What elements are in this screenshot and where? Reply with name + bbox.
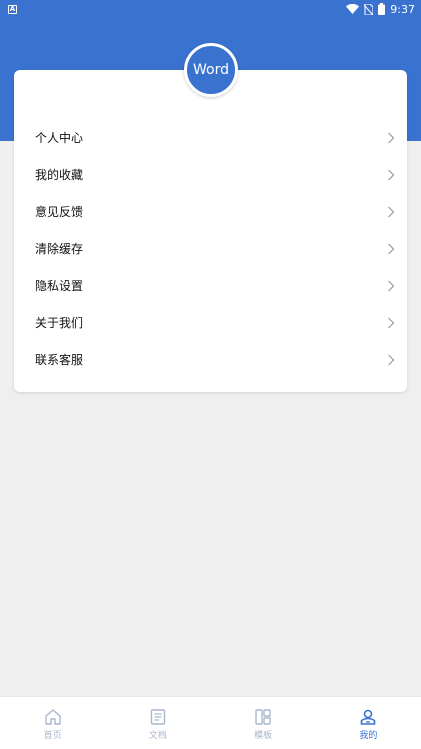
status-bar: A 9:37 <box>0 0 421 18</box>
menu-item-label: 意见反馈 <box>35 205 84 219</box>
chevron-right-icon <box>388 280 395 291</box>
tab-templates[interactable]: 模板 <box>211 697 316 749</box>
chevron-right-icon <box>388 169 395 180</box>
status-time: 9:37 <box>390 2 415 16</box>
menu-item-label: 联系客服 <box>35 353 84 367</box>
menu-item-label: 关于我们 <box>35 316 84 330</box>
tab-label: 模板 <box>254 730 273 741</box>
chevron-right-icon <box>388 317 395 328</box>
app-notification-icon: A <box>8 4 17 14</box>
no-sim-icon <box>364 3 374 15</box>
menu-item-label: 隐私设置 <box>35 279 84 293</box>
menu-item-personal-center[interactable]: 个人中心 <box>14 119 407 156</box>
menu-item-privacy-settings[interactable]: 隐私设置 <box>14 267 407 304</box>
template-icon <box>255 708 271 725</box>
chevron-right-icon <box>388 206 395 217</box>
chevron-right-icon <box>388 132 395 143</box>
menu-item-label: 清除缓存 <box>35 242 84 256</box>
menu-item-about-us[interactable]: 关于我们 <box>14 304 407 341</box>
tab-mine[interactable]: 我的 <box>316 697 421 749</box>
home-icon <box>44 708 61 725</box>
tab-label: 我的 <box>359 730 378 741</box>
bottom-tab-bar: 首页 文档 模板 我的 <box>0 696 421 749</box>
menu-item-clear-cache[interactable]: 清除缓存 <box>14 230 407 267</box>
tab-home[interactable]: 首页 <box>0 697 105 749</box>
tab-label: 文档 <box>148 730 167 741</box>
menu-item-feedback[interactable]: 意见反馈 <box>14 193 407 230</box>
menu-item-favorites[interactable]: 我的收藏 <box>14 156 407 193</box>
menu-list: 个人中心 我的收藏 意见反馈 清除缓存 隐私设置 关于我们 联系客服 <box>14 119 407 378</box>
menu-card: 个人中心 我的收藏 意见反馈 清除缓存 隐私设置 关于我们 联系客服 <box>14 70 407 392</box>
battery-icon <box>378 3 386 15</box>
tab-documents[interactable]: 文档 <box>105 697 210 749</box>
tab-label: 首页 <box>43 730 62 741</box>
menu-item-label: 个人中心 <box>35 131 84 145</box>
app-logo: Word <box>184 43 238 97</box>
wifi-icon <box>346 4 360 14</box>
chevron-right-icon <box>388 354 395 365</box>
menu-item-customer-service[interactable]: 联系客服 <box>14 341 407 378</box>
document-icon <box>150 708 166 725</box>
chevron-right-icon <box>388 243 395 254</box>
menu-item-label: 我的收藏 <box>35 168 84 182</box>
profile-icon <box>361 709 376 725</box>
